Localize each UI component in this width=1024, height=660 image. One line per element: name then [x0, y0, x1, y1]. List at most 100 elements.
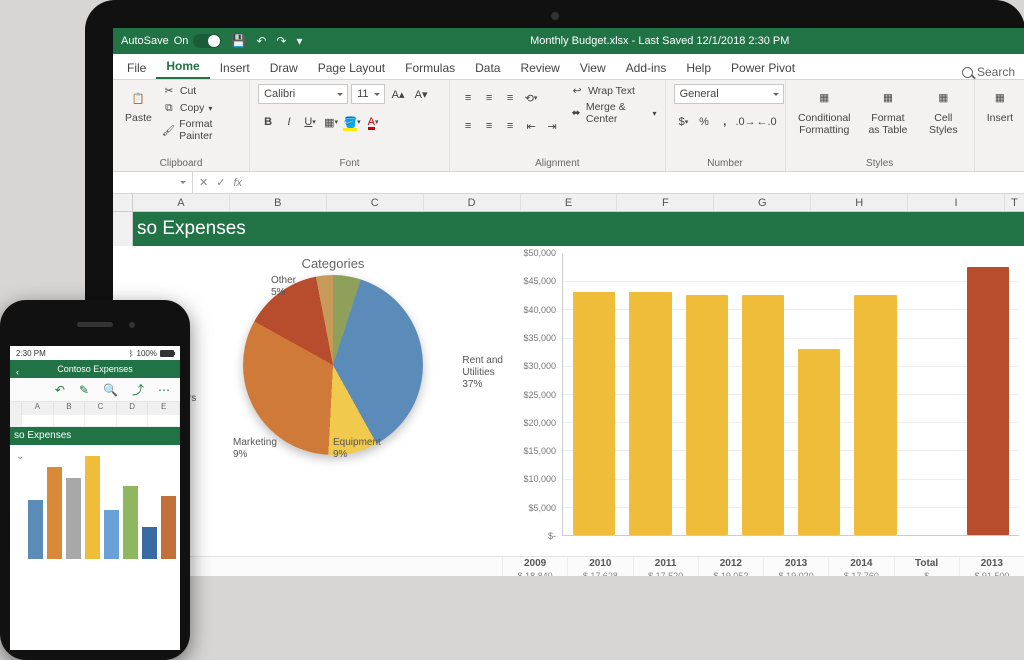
align-left-button[interactable]: ≡ [458, 116, 478, 136]
tab-home[interactable]: Home [156, 54, 209, 79]
phone-bar [28, 500, 43, 559]
col-last[interactable]: T [1005, 194, 1024, 211]
tab-data[interactable]: Data [465, 56, 510, 79]
chart-area: Categories Other5% Rent andUtilities37% … [113, 248, 1024, 576]
laptop-frame: AutoSave On 💾 ↶ ↷ ▾ Monthly Budget.xlsx … [85, 0, 1024, 576]
comma-button[interactable]: , [715, 112, 735, 132]
format-painter-button[interactable]: 🖌Format Painter [162, 118, 241, 142]
undo-icon[interactable]: ↶ [256, 34, 266, 48]
bar-2011 [686, 295, 728, 535]
col-f[interactable]: F [617, 194, 714, 211]
insert-cells-button[interactable]: ▦Insert [983, 84, 1017, 126]
font-name-dropdown[interactable]: Calibri [258, 84, 348, 104]
fx-icon[interactable]: fx [233, 177, 242, 189]
phone-sheet[interactable]: ABCDE so Expenses ⌄ [10, 402, 180, 565]
fill-color-button[interactable]: 🪣▾ [342, 112, 362, 132]
dec-decimal-button[interactable]: ←.0 [757, 112, 777, 132]
phone-bar [123, 486, 138, 559]
pie-chart[interactable]: Categories Other5% Rent andUtilities37% … [183, 256, 483, 455]
pie-label-rent: Rent andUtilities37% [462, 355, 503, 391]
col-b[interactable]: B [230, 194, 327, 211]
col-d[interactable]: D [424, 194, 521, 211]
phone-bar-chart[interactable]: ⌄ [10, 445, 180, 565]
tab-review[interactable]: Review [510, 56, 569, 79]
tab-help[interactable]: Help [676, 56, 721, 79]
cell-styles-button[interactable]: ▦Cell Styles [921, 84, 966, 138]
tab-view[interactable]: View [570, 56, 616, 79]
tab-insert[interactable]: Insert [210, 56, 260, 79]
qat-more-icon[interactable]: ▾ [296, 34, 302, 48]
phone-share-icon[interactable]: ⤴ [132, 381, 144, 398]
align-center-button[interactable]: ≡ [479, 116, 499, 136]
pie-graphic [243, 275, 423, 455]
formula-input[interactable] [250, 177, 1024, 189]
col-c[interactable]: C [327, 194, 424, 211]
align-right-button[interactable]: ≡ [500, 116, 520, 136]
tab-file[interactable]: File [117, 56, 156, 79]
group-font: Calibri 11 A▴ A▾ B I U▾ ▦▾ 🪣▾ A▾ Font [250, 80, 450, 171]
document-title: Monthly Budget.xlsx - Last Saved 12/1/20… [530, 35, 789, 47]
back-icon[interactable]: ‹ [16, 363, 19, 381]
underline-button[interactable]: U▾ [300, 112, 320, 132]
chevron-down-icon[interactable]: ⌄ [16, 451, 24, 462]
wrap-text-button[interactable]: ↩Wrap Text [570, 84, 657, 98]
currency-button[interactable]: $▾ [674, 112, 694, 132]
phone-more-icon[interactable]: ⋯ [158, 383, 170, 397]
phone-bar [66, 478, 81, 559]
shrink-font-button[interactable]: A▾ [411, 84, 431, 104]
tab-page-layout[interactable]: Page Layout [308, 56, 395, 79]
font-size-dropdown[interactable]: 11 [351, 84, 385, 104]
border-button[interactable]: ▦▾ [321, 112, 341, 132]
paste-button[interactable]: 📋 Paste [121, 84, 156, 126]
enter-icon[interactable]: ✓ [216, 176, 225, 189]
percent-button[interactable]: % [694, 112, 714, 132]
phone-draw-icon[interactable]: ✎ [79, 383, 89, 397]
indent-dec-button[interactable]: ⇤ [521, 116, 541, 136]
col-a[interactable]: A [133, 194, 230, 211]
orientation-button[interactable]: ⟲▾ [521, 88, 541, 108]
laptop-camera [551, 12, 559, 20]
italic-button[interactable]: I [279, 112, 299, 132]
col-e[interactable]: E [521, 194, 618, 211]
worksheet[interactable]: so Expenses Categories Other5% Rent andU… [113, 212, 1024, 576]
toggle-switch-icon[interactable] [193, 34, 221, 48]
bar-chart[interactable]: $50,000 $45,000 $40,000 $35,000 $30,000 … [508, 248, 1024, 556]
row-1-header[interactable] [113, 212, 133, 246]
tab-formulas[interactable]: Formulas [395, 56, 465, 79]
autosave-toggle[interactable]: AutoSave On [121, 34, 221, 48]
align-middle-button[interactable]: ≡ [479, 88, 499, 108]
phone-status-bar: 2:30 PM ᛒ100% [10, 346, 180, 360]
tab-addins[interactable]: Add-ins [616, 56, 677, 79]
brush-icon: 🖌 [162, 123, 175, 137]
bar-plot-area [562, 253, 1019, 536]
merge-center-button[interactable]: ⬌Merge & Center ▾ [570, 101, 657, 125]
indent-inc-button[interactable]: ⇥ [542, 116, 562, 136]
format-as-table-button[interactable]: ▦Format as Table [861, 84, 915, 138]
font-color-button[interactable]: A▾ [363, 112, 383, 132]
group-alignment: ≡ ≡ ≡ ⟲▾ ≡ ≡ ≡ ⇤ ⇥ [450, 80, 666, 171]
col-h[interactable]: H [811, 194, 908, 211]
bold-button[interactable]: B [258, 112, 278, 132]
cut-button[interactable]: ✂Cut [162, 84, 241, 98]
copy-button[interactable]: ⧉Copy ▾ [162, 101, 241, 115]
conditional-formatting-button[interactable]: ▦Conditional Formatting [794, 84, 855, 138]
align-top-button[interactable]: ≡ [458, 88, 478, 108]
save-icon[interactable]: 💾 [231, 34, 246, 48]
phone-search-icon[interactable]: 🔍 [103, 383, 118, 397]
number-format-dropdown[interactable]: General [674, 84, 784, 104]
redo-icon[interactable]: ↷ [276, 34, 286, 48]
name-box[interactable] [113, 172, 193, 193]
phone-undo-icon[interactable]: ↶ [55, 383, 65, 397]
ribbon-tabs: File Home Insert Draw Page Layout Formul… [113, 54, 1024, 80]
grow-font-button[interactable]: A▴ [388, 84, 408, 104]
tab-draw[interactable]: Draw [260, 56, 308, 79]
inc-decimal-button[interactable]: .0→ [736, 112, 756, 132]
cancel-icon[interactable]: ✕ [199, 176, 208, 189]
tab-power-pivot[interactable]: Power Pivot [721, 56, 805, 79]
col-g[interactable]: G [714, 194, 811, 211]
excel-window: AutoSave On 💾 ↶ ↷ ▾ Monthly Budget.xlsx … [113, 28, 1024, 576]
tell-me-search[interactable]: Search [962, 65, 1015, 79]
select-all-corner[interactable] [113, 194, 133, 211]
align-bottom-button[interactable]: ≡ [500, 88, 520, 108]
col-i[interactable]: I [908, 194, 1005, 211]
